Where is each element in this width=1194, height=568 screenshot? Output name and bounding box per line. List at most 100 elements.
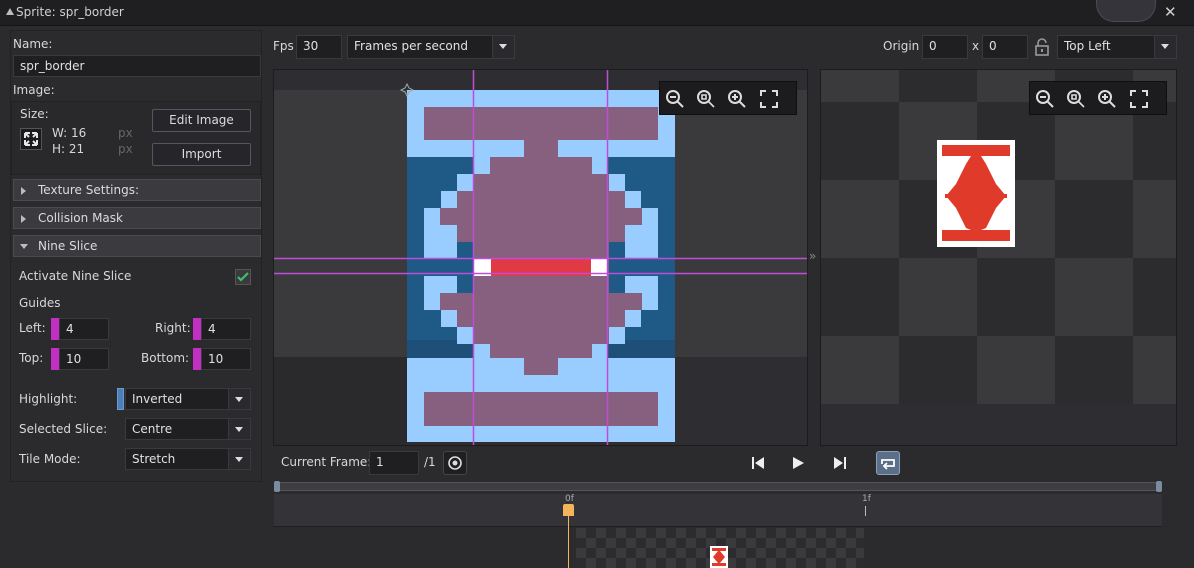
selected-slice-dropdown[interactable]: Centre	[125, 418, 251, 440]
tile-mode-dropdown[interactable]: Stretch	[125, 448, 251, 470]
zoom-in-icon[interactable]	[726, 88, 748, 110]
checkmark-icon	[237, 272, 249, 282]
fps-input[interactable]: 30	[296, 35, 342, 59]
close-icon[interactable]: ✕	[1164, 4, 1177, 20]
highlight-color-swatch[interactable]	[117, 388, 124, 410]
expand-arrow-icon	[21, 187, 26, 195]
frame-thumbnail	[710, 546, 728, 568]
title-decoration	[1096, 0, 1156, 22]
right-guide-swatch	[193, 318, 201, 340]
window-title: Sprite: spr_border	[16, 5, 124, 19]
preview-canvas[interactable]	[820, 69, 1177, 446]
fit-view-icon[interactable]	[1128, 88, 1150, 110]
left-guide-label: Left:	[19, 321, 46, 335]
preview-svg	[821, 70, 1176, 404]
image-label: Image:	[13, 83, 55, 97]
current-frame-input[interactable]: 1	[369, 451, 419, 475]
preview-zoom-toolbar	[1029, 81, 1167, 115]
onion-skin-icon[interactable]	[443, 451, 467, 475]
current-frame-label: Current Frame:	[281, 455, 372, 469]
tile-mode-label: Tile Mode:	[19, 452, 81, 466]
bottom-guide-input[interactable]: 10	[201, 348, 251, 370]
properties-panel: Name: spr_border Image: Size: W: 16 H: 2…	[10, 30, 262, 482]
unit-h: px	[118, 142, 133, 156]
chevron-down-icon	[492, 36, 514, 58]
left-guide-input[interactable]: 4	[59, 318, 109, 340]
scroll-handle-left[interactable]	[274, 481, 280, 492]
highlight-value: Inverted	[132, 392, 183, 406]
sprite-name-input[interactable]: spr_border	[13, 55, 261, 77]
timeline-ruler[interactable]: 0f 1f	[274, 494, 1162, 527]
edit-image-button[interactable]: Edit Image	[152, 109, 251, 132]
timeline[interactable]: 0f 1f	[274, 480, 1162, 568]
height-text: H: 21	[52, 142, 85, 156]
highlight-label: Highlight:	[19, 392, 78, 406]
bottom-guide-swatch	[193, 348, 201, 370]
section-nine-slice[interactable]: Nine Slice	[13, 235, 261, 257]
section-collision-mask[interactable]: Collision Mask	[13, 207, 261, 229]
origin-x-input[interactable]: 0	[922, 35, 968, 59]
import-button[interactable]: Import	[152, 143, 251, 166]
origin-separator: x	[972, 39, 980, 53]
play-icon[interactable]	[790, 455, 806, 471]
fps-mode-dropdown[interactable]: Frames per second	[347, 35, 515, 59]
top-guide-label: Top:	[19, 351, 44, 365]
scroll-handle-right[interactable]	[1156, 481, 1162, 492]
skip-forward-icon[interactable]	[832, 455, 848, 471]
collapse-triangle-icon[interactable]	[6, 8, 14, 15]
zoom-reset-icon[interactable]	[695, 88, 717, 110]
name-label: Name:	[13, 37, 53, 51]
sprite-editor-window: Sprite: spr_border ✕ Name: spr_border Im…	[0, 0, 1194, 568]
sprite-canvas[interactable]	[273, 69, 808, 446]
chevron-down-icon	[1154, 36, 1176, 58]
zoom-out-icon[interactable]	[664, 88, 686, 110]
total-frames-text: /1	[424, 455, 436, 469]
chevron-down-icon	[228, 389, 250, 409]
section-texture-settings[interactable]: Texture Settings:	[13, 179, 261, 201]
ruler-tick	[865, 506, 866, 516]
right-guide-label: Right:	[155, 321, 191, 335]
ruler-marker-0: 0f	[565, 494, 574, 504]
bottom-guide-label: Bottom:	[141, 351, 190, 365]
zoom-reset-icon[interactable]	[1065, 88, 1087, 110]
selected-slice-label: Selected Slice:	[19, 422, 108, 436]
loop-icon[interactable]	[876, 451, 900, 475]
right-guide-input[interactable]: 4	[201, 318, 251, 340]
highlight-dropdown[interactable]: Inverted	[125, 388, 251, 410]
canvas-zoom-toolbar	[659, 81, 797, 115]
expand-arrow-icon	[21, 215, 26, 223]
chevron-down-icon	[228, 419, 250, 439]
skip-back-icon[interactable]	[750, 455, 766, 471]
image-group: Size: W: 16 H: 21 px px Edit Image Impor…	[11, 101, 261, 175]
width-text: W: 16	[52, 126, 87, 140]
frame-cell[interactable]	[576, 528, 864, 568]
unit-w: px	[118, 126, 133, 140]
activate-nine-slice-checkbox[interactable]	[235, 269, 251, 285]
origin-y-input[interactable]: 0	[982, 35, 1028, 59]
size-label: Size:	[20, 107, 49, 121]
resize-icon[interactable]	[20, 128, 42, 150]
origin-label: Origin	[883, 39, 920, 53]
zoom-in-icon[interactable]	[1096, 88, 1118, 110]
activate-nine-slice-label: Activate Nine Slice	[19, 269, 132, 283]
splitter-arrow-icon[interactable]: »	[809, 249, 816, 263]
collapse-arrow-icon	[20, 244, 28, 249]
lock-icon[interactable]	[1033, 37, 1051, 57]
playhead-marker[interactable]	[563, 504, 574, 516]
section-title: Collision Mask	[38, 211, 123, 225]
timeline-track[interactable]	[274, 528, 1162, 568]
canvas-svg	[274, 70, 807, 445]
origin-preset-dropdown[interactable]: Top Left	[1057, 35, 1177, 59]
top-guide-input[interactable]: 10	[59, 348, 109, 370]
tile-mode-value: Stretch	[132, 452, 176, 466]
timeline-scrollbar[interactable]	[274, 481, 1162, 492]
origin-preset-value: Top Left	[1064, 39, 1111, 53]
fit-view-icon[interactable]	[758, 88, 780, 110]
section-title: Texture Settings:	[38, 183, 140, 197]
fps-mode-value: Frames per second	[354, 39, 468, 53]
zoom-out-icon[interactable]	[1034, 88, 1056, 110]
top-guide-swatch	[51, 348, 59, 370]
ruler-marker-1: 1f	[862, 494, 871, 504]
left-guide-swatch	[51, 318, 59, 340]
title-bar: Sprite: spr_border ✕	[0, 0, 1194, 26]
